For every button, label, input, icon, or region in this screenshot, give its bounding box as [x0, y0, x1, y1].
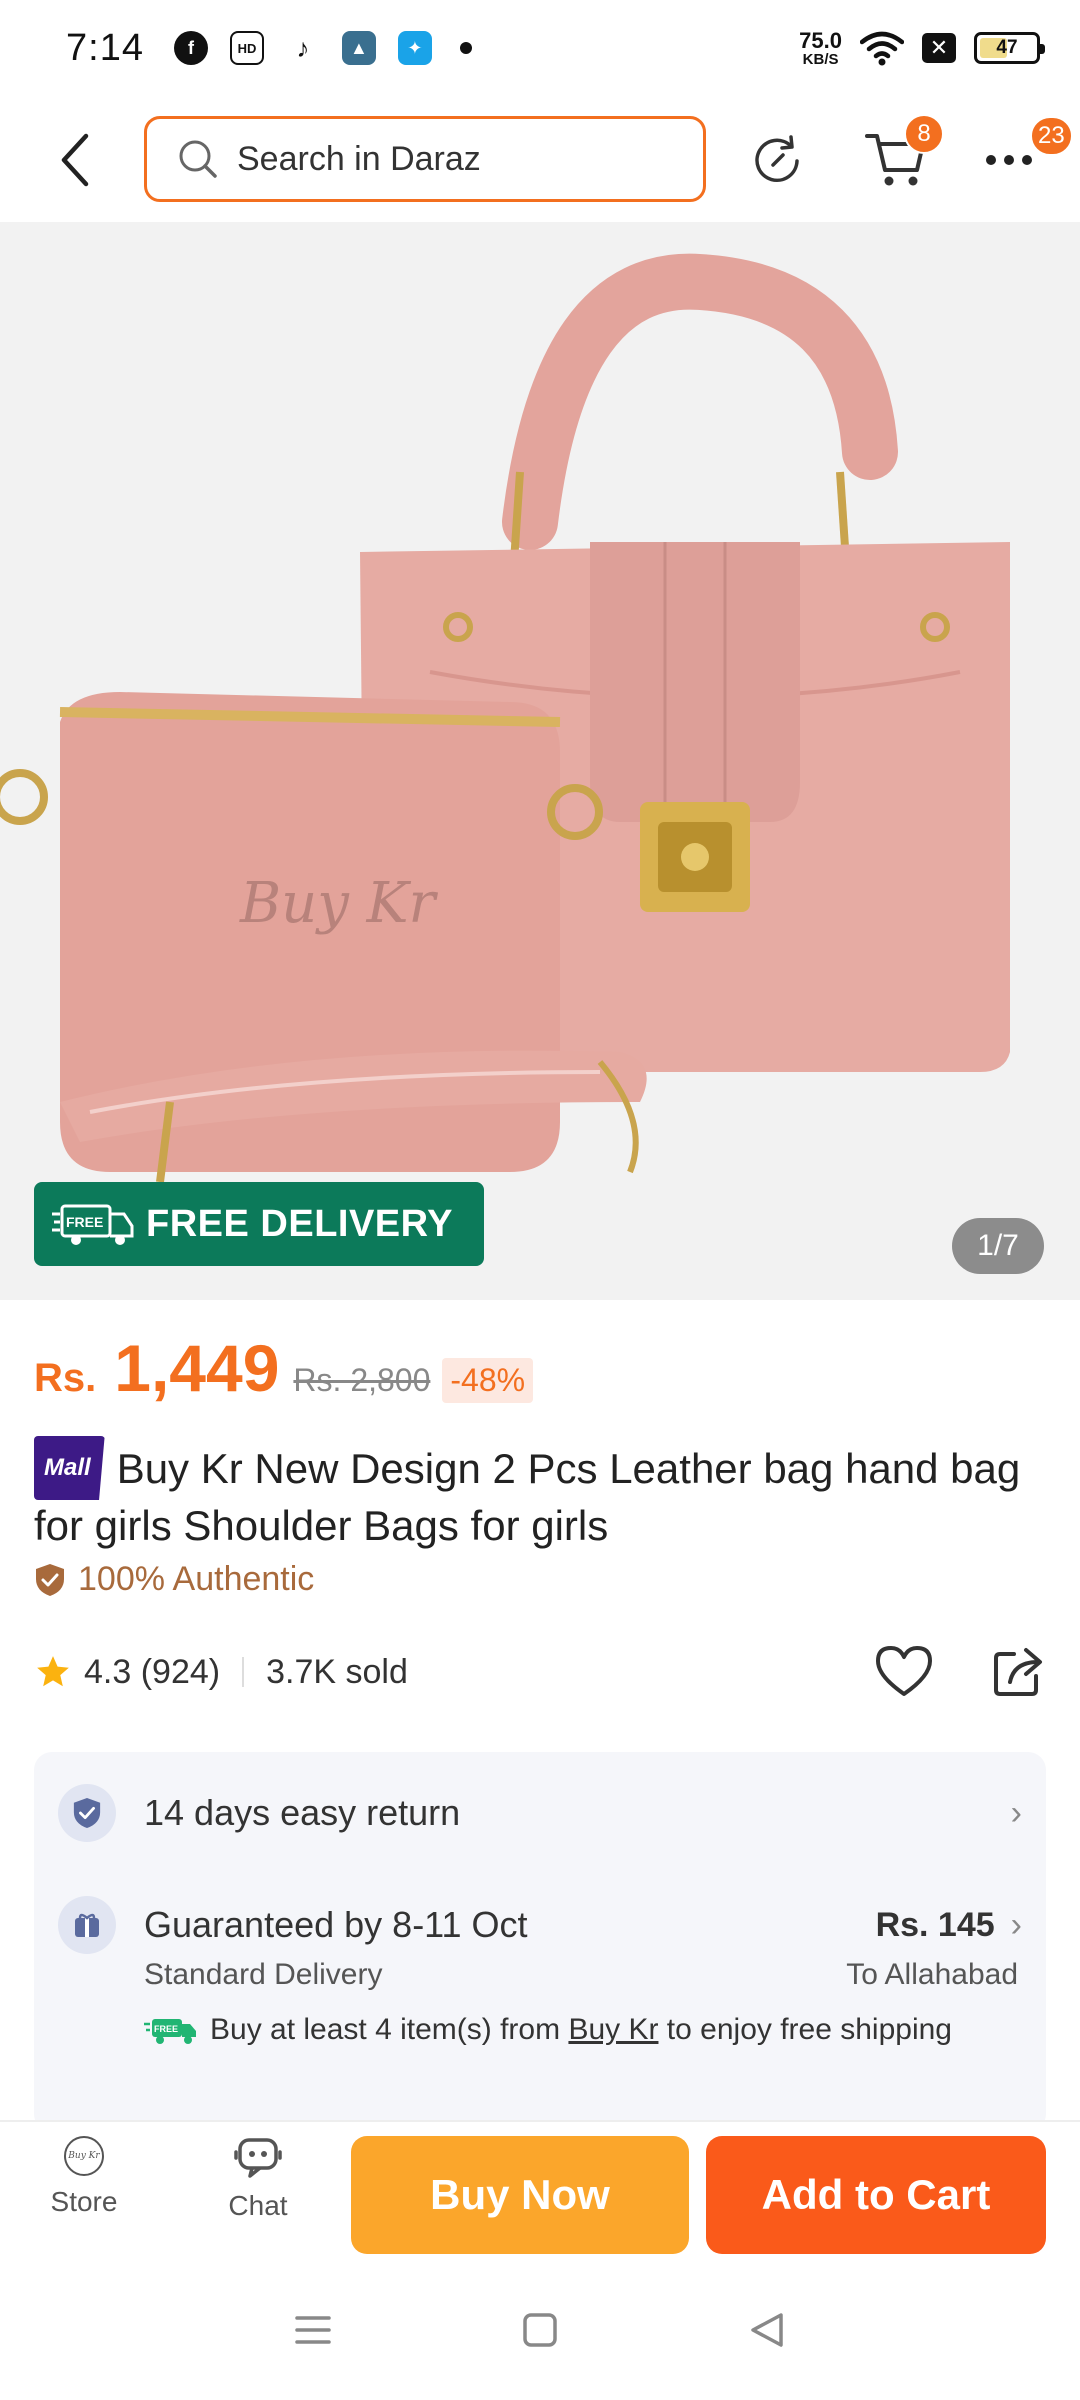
buy-now-button[interactable]: Buy Now [351, 2136, 689, 2254]
bottom-action-bar: Buy Kr Store Chat Buy Now Add to Cart [0, 2120, 1080, 2260]
store-label: Store [50, 2186, 118, 2217]
home-square-icon [523, 2313, 557, 2347]
divider [242, 1657, 245, 1687]
share-icon[interactable] [990, 1644, 1046, 1700]
discount-badge: -48% [442, 1358, 534, 1403]
return-policy-row[interactable]: 14 days easy return › [58, 1784, 1022, 1842]
gift-box-icon [75, 1913, 99, 1937]
rating-row: 4.3 (924) 3.7K sold [34, 1640, 1046, 1704]
status-time: 7:14 [66, 26, 144, 69]
delivery-row[interactable]: Guaranteed by 8-11 Oct Rs. 145 › [58, 1896, 1022, 1954]
product-title: Mall Buy Kr New Design 2 Pcs Leather bag … [34, 1436, 1034, 1552]
return-label: 14 days easy return [144, 1792, 461, 1833]
home-button[interactable] [510, 2300, 570, 2360]
system-back-button[interactable] [737, 2300, 797, 2360]
wishlist-heart-icon[interactable] [874, 1644, 934, 1700]
original-price: Rs. 2,800 [293, 1362, 431, 1398]
more-count-badge: 23 [1030, 116, 1073, 156]
svg-text:FREE: FREE [66, 1214, 103, 1230]
delivery-location[interactable]: To Allahabad [846, 1958, 1018, 1992]
more-button[interactable]: 23 [976, 116, 1073, 186]
free-delivery-label: FREE DELIVERY [146, 1202, 454, 1245]
rating-value[interactable]: 4.3 (924) [84, 1653, 220, 1692]
wifi-icon [860, 31, 904, 66]
delivery-price: Rs. 145 [875, 1905, 995, 1944]
sold-count: 3.7K sold [266, 1652, 408, 1691]
delivery-box-icon-wrap [58, 1896, 116, 1954]
delivery-type: Standard Delivery [144, 1958, 383, 1991]
search-input[interactable]: Search in Daraz [144, 116, 706, 202]
chat-button[interactable]: Chat [198, 2136, 318, 2222]
menu-lines-icon [295, 2316, 332, 2344]
recent-apps-button[interactable] [283, 2300, 343, 2360]
history-button[interactable] [746, 128, 810, 192]
no-sim-icon: ✕ [922, 33, 956, 63]
system-navigation-bar [0, 2260, 1080, 2400]
svg-text:FREE: FREE [154, 2024, 178, 2034]
return-shield-icon-wrap [58, 1784, 116, 1842]
facebook-icon: f [173, 31, 208, 65]
star-icon [37, 1656, 69, 1687]
add-to-cart-button[interactable]: Add to Cart [706, 2136, 1046, 2254]
price-currency: Rs. [34, 1356, 97, 1400]
telenor-icon: ✦ [397, 31, 432, 65]
chevron-right-icon: › [1010, 1793, 1022, 1832]
product-title-text: Buy Kr New Design 2 Pcs Leather bag hand… [34, 1445, 1021, 1549]
battery-icon: 47 [974, 32, 1045, 64]
product-image-gallery[interactable]: Buy Kr FREE FREE DELIVERY 1/7 [0, 222, 1080, 1300]
network-speed: 75.0 KB/S [799, 27, 842, 68]
store-button[interactable]: Buy Kr Store [24, 2136, 144, 2218]
authentic-label: 100% Authentic [78, 1560, 315, 1598]
top-navigation: Search in Daraz 8 23 [0, 96, 1080, 222]
back-arrow-icon [61, 133, 89, 187]
service-info-card: 14 days easy return › Guaranteed by 8-11… [34, 1752, 1046, 2132]
status-bar: 7:14 f HD ♪ ▲ ✦ 75.0 KB/S ✕ 47 [0, 0, 1080, 96]
free-delivery-banner: FREE FREE DELIVERY [34, 1182, 484, 1266]
search-placeholder: Search in Daraz [237, 139, 481, 178]
search-icon [179, 140, 217, 178]
cart-count-badge: 8 [904, 114, 944, 154]
hd-app-icon: HD [229, 31, 264, 65]
shield-check-icon [73, 1798, 101, 1828]
chat-label: Chat [228, 2190, 288, 2221]
tiktok-icon: ♪ [285, 31, 320, 65]
shield-check-icon [36, 1563, 64, 1596]
notification-icons: f HD ♪ ▲ ✦ [173, 31, 472, 65]
price-row: Rs. 1,449 Rs. 2,800 -48% [34, 1330, 534, 1406]
back-triangle-icon [750, 2313, 783, 2347]
store-link[interactable]: Buy Kr [568, 2013, 658, 2046]
cart-button[interactable]: 8 [858, 114, 944, 194]
mall-badge: Mall [34, 1436, 105, 1500]
chevron-right-icon: › [1010, 1905, 1022, 1944]
free-truck-icon: FREE [144, 2019, 196, 2044]
more-dots-icon [986, 155, 1032, 165]
free-shipping-promo: FREE Buy at least 4 item(s) from Buy Kr … [144, 2014, 1004, 2046]
authentic-badge: 100% Authentic [34, 1560, 314, 1599]
delivery-truck-icon: FREE [52, 1204, 134, 1245]
delivery-guarantee: Guaranteed by 8-11 Oct [144, 1904, 528, 1945]
delivery-details: Standard Delivery To Allahabad [144, 1958, 1018, 1992]
history-icon [755, 135, 799, 182]
product-photo: Buy Kr [0, 253, 1010, 1183]
current-price: 1,449 [114, 1331, 280, 1405]
chat-bot-icon [234, 2138, 282, 2178]
store-logo-icon: Buy Kr [64, 2136, 104, 2176]
svg-text:Buy Kr: Buy Kr [239, 871, 438, 936]
image-counter: 1/7 [952, 1218, 1044, 1274]
more-notifications-dot [459, 42, 472, 54]
game-app-icon: ▲ [341, 31, 376, 65]
back-button[interactable] [50, 130, 100, 190]
free-shipping-text: Buy at least 4 item(s) from Buy Kr to en… [210, 2013, 952, 2046]
